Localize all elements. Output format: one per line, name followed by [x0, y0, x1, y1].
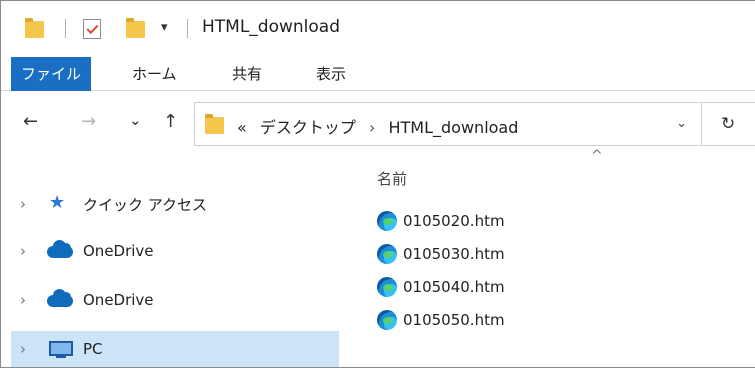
toolbar-divider — [65, 19, 66, 38]
up-button[interactable]: ↑ — [163, 112, 178, 132]
back-button[interactable]: ← — [23, 112, 38, 132]
ribbon-tabs: ファイル ホーム 共有 表示 — [1, 57, 755, 91]
star-icon: ★ — [49, 192, 66, 213]
navigation-pane: › ★ クイック アクセス › OneDrive › OneDrive › PC — [1, 156, 341, 368]
expand-chevron-icon[interactable]: › — [11, 195, 35, 213]
edge-icon — [377, 211, 397, 231]
nav-item-onedrive-2[interactable]: › OneDrive — [11, 282, 339, 318]
onedrive-icon — [47, 289, 77, 310]
explorer-window: ▾ HTML_download ファイル ホーム 共有 表示 ← → ⌄ ↑ «… — [0, 0, 755, 368]
properties-check-icon[interactable] — [83, 19, 101, 39]
list-item[interactable]: 0105050.htm — [377, 307, 505, 333]
expand-chevron-icon[interactable]: › — [11, 242, 35, 260]
onedrive-icon — [47, 240, 77, 261]
title-bar: ▾ HTML_download — [1, 1, 755, 57]
breadcrumb-overflow[interactable]: « — [237, 118, 247, 137]
column-header-name[interactable]: 名前 — [377, 168, 407, 189]
tab-share[interactable]: 共有 — [232, 57, 262, 91]
breadcrumb-item-desktop[interactable]: デスクトップ — [260, 118, 356, 137]
nav-item-onedrive[interactable]: › OneDrive — [11, 233, 339, 269]
expand-chevron-icon[interactable]: › — [11, 340, 35, 358]
edge-icon — [377, 310, 397, 330]
pc-icon — [47, 339, 77, 359]
nav-label: OneDrive — [83, 291, 154, 309]
nav-item-quick-access[interactable]: › ★ クイック アクセス — [11, 186, 339, 222]
folder-icon — [205, 114, 224, 135]
list-item[interactable]: 0105020.htm — [377, 208, 505, 234]
window-title: HTML_download — [202, 17, 341, 37]
title-divider — [187, 19, 188, 38]
file-name: 0105050.htm — [403, 311, 505, 329]
nav-label: OneDrive — [83, 242, 154, 260]
forward-button[interactable]: → — [81, 112, 96, 132]
sort-ascending-icon: ^ — [591, 148, 603, 164]
tab-file[interactable]: ファイル — [11, 57, 92, 91]
edge-icon — [377, 244, 397, 264]
file-name: 0105030.htm — [403, 245, 505, 263]
customize-dropdown-icon[interactable]: ▾ — [161, 21, 173, 35]
breadcrumb-separator[interactable]: › — [369, 118, 375, 137]
tab-home[interactable]: ホーム — [132, 57, 177, 91]
folder-icon — [25, 17, 44, 39]
file-name: 0105040.htm — [403, 278, 505, 296]
expand-chevron-icon[interactable]: › — [11, 291, 35, 309]
nav-label: PC — [83, 340, 103, 358]
refresh-icon: ↻ — [721, 114, 736, 134]
refresh-button[interactable]: ↻ — [701, 102, 755, 146]
nav-label: クイック アクセス — [83, 195, 208, 214]
list-item[interactable]: 0105040.htm — [377, 274, 505, 300]
file-list-pane: ^ 名前 0105020.htm 0105030.htm 0105040.htm… — [341, 148, 755, 368]
list-item[interactable]: 0105030.htm — [377, 241, 505, 267]
address-dropdown-icon[interactable]: ⌄ — [676, 116, 687, 131]
recent-locations-button[interactable]: ⌄ — [129, 110, 142, 130]
breadcrumb: « デスクトップ › HTML_download — [237, 114, 518, 138]
breadcrumb-item-current[interactable]: HTML_download — [389, 118, 519, 137]
address-bar[interactable]: « デスクトップ › HTML_download ⌄ — [194, 102, 702, 146]
file-name: 0105020.htm — [403, 212, 505, 230]
new-folder-icon[interactable] — [126, 17, 145, 39]
tab-view[interactable]: 表示 — [316, 57, 346, 91]
address-row: ← → ⌄ ↑ « デスクトップ › HTML_download ⌄ ↻ — [1, 92, 755, 156]
edge-icon — [377, 277, 397, 297]
nav-item-pc[interactable]: › PC — [11, 331, 339, 367]
